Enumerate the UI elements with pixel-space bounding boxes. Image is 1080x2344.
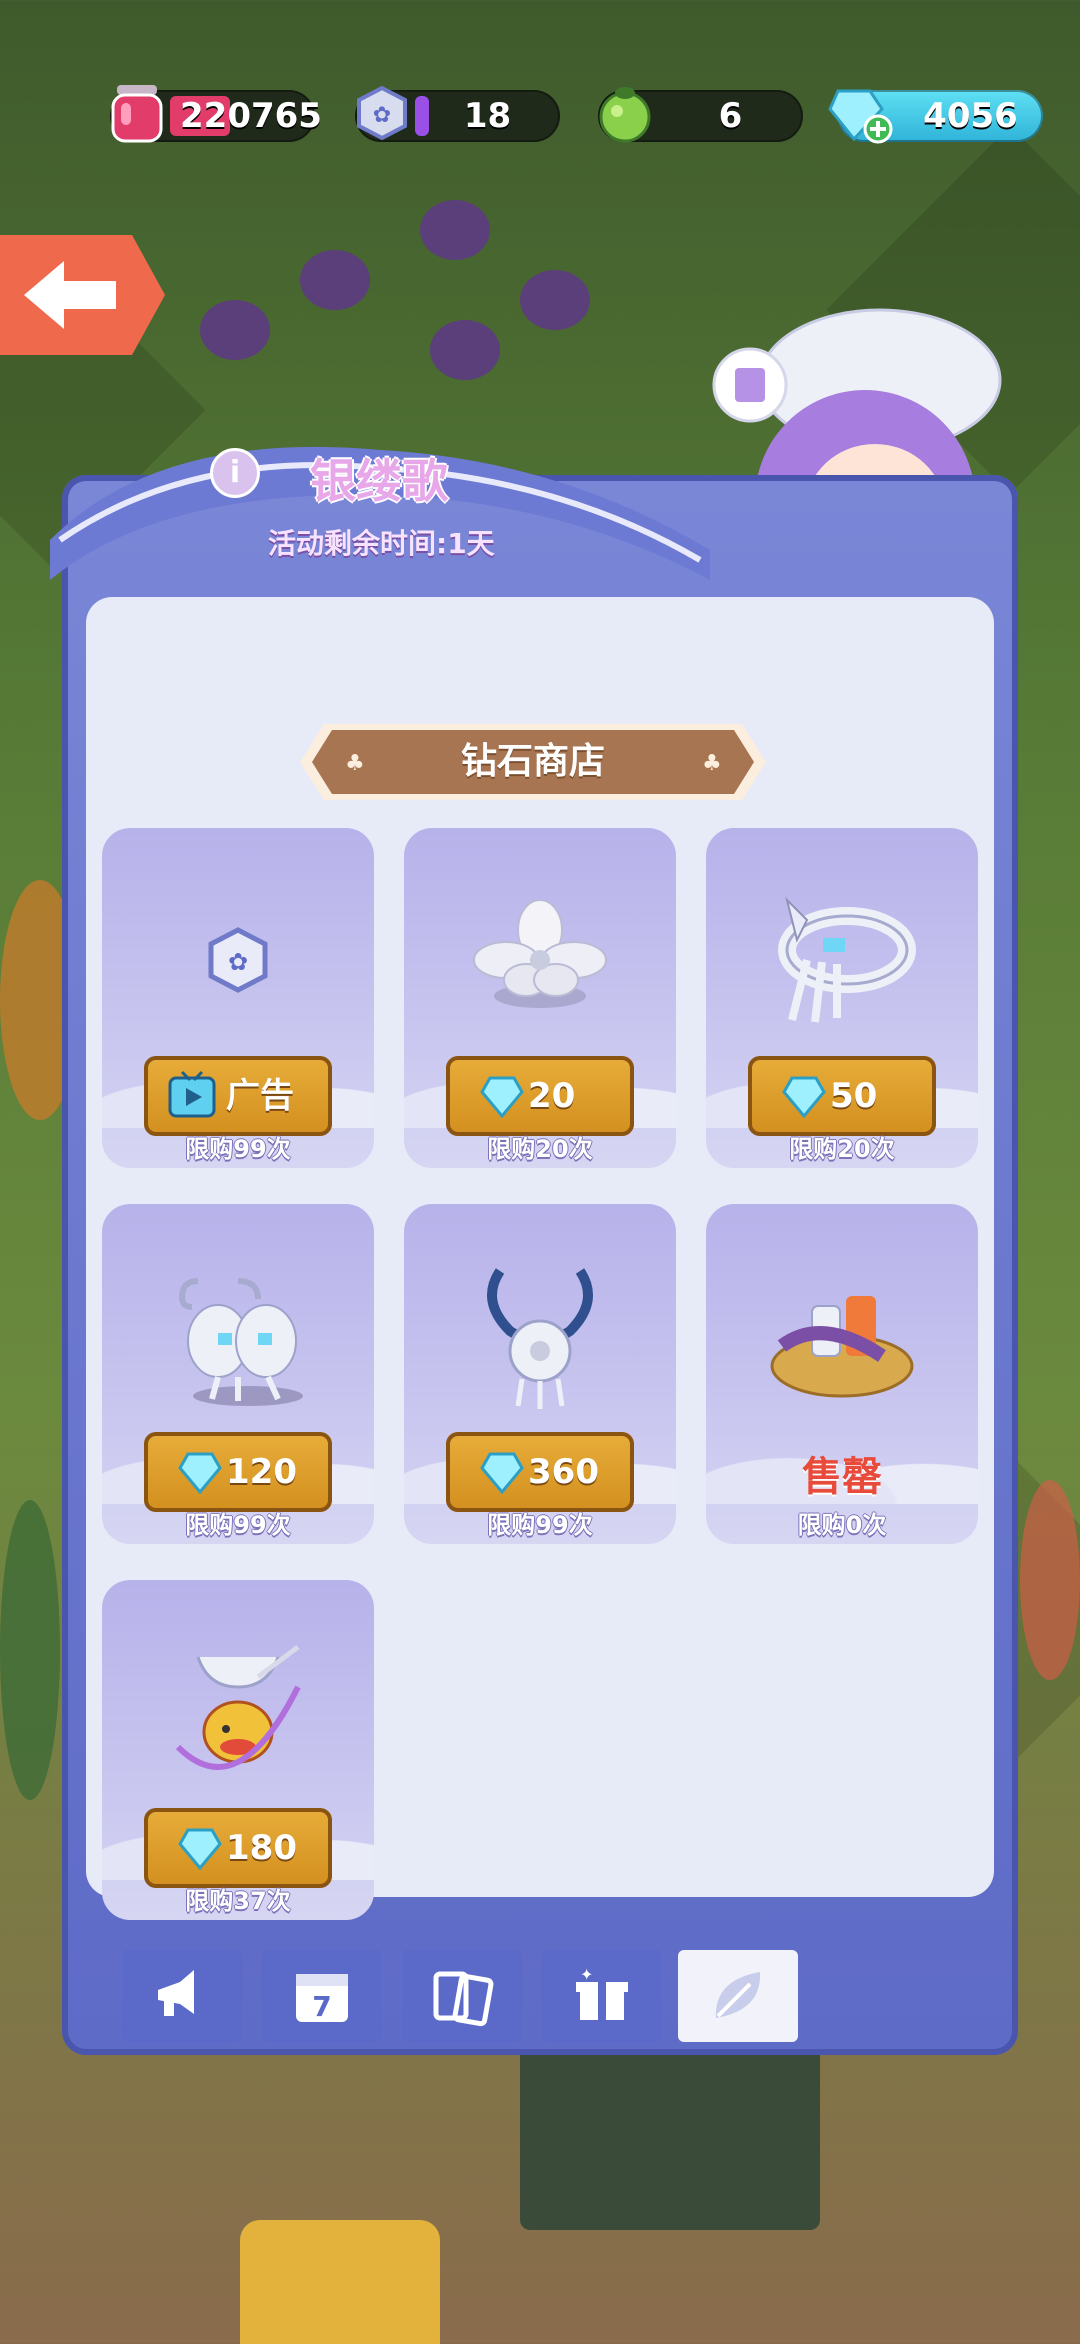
diamond-icon bbox=[480, 1076, 524, 1118]
currency-fruit[interactable]: 6 bbox=[598, 87, 803, 143]
silver-pendant-icon bbox=[460, 1266, 620, 1409]
svg-text:✦: ✦ bbox=[580, 1965, 593, 1984]
leaf-icon bbox=[715, 1972, 761, 2018]
silver-flower-icon bbox=[460, 890, 620, 1030]
price-label: 50 bbox=[830, 1076, 878, 1116]
calendar-day: 7 bbox=[312, 1990, 331, 2023]
tab-gift[interactable]: ✦ bbox=[542, 1950, 662, 2042]
purchase-limit: 限购99次 bbox=[487, 1511, 593, 1539]
tab-leaf[interactable] bbox=[678, 1950, 798, 2042]
gift-icon: ✦ bbox=[576, 1965, 628, 2020]
sold-out-label: 售罄 bbox=[802, 1454, 882, 1500]
buy-button-120[interactable]: 120 bbox=[144, 1432, 332, 1512]
diamond-value: 4056 bbox=[923, 96, 1018, 136]
tv-icon bbox=[168, 1070, 216, 1118]
back-arrow-icon bbox=[24, 261, 116, 329]
currency-badge[interactable]: ✿ 18 bbox=[355, 85, 560, 142]
svg-text:✿: ✿ bbox=[373, 103, 391, 128]
currency-jam[interactable]: 220765 bbox=[110, 85, 322, 143]
diamond-icon bbox=[782, 1076, 826, 1118]
shop-title: 钻石商店 bbox=[460, 741, 605, 782]
purchase-limit: 限购99次 bbox=[185, 1135, 291, 1163]
price-label: 180 bbox=[226, 1828, 297, 1868]
buy-button-180[interactable]: 180 bbox=[144, 1808, 332, 1888]
purchase-limit: 限购20次 bbox=[487, 1135, 593, 1163]
shop-item-butterfly-ornament[interactable]: 120 限购99次 bbox=[102, 1204, 374, 1544]
tab-megaphone[interactable] bbox=[122, 1950, 242, 2042]
silver-badge-icon: ✿ bbox=[158, 890, 318, 1030]
yarn-basket-icon bbox=[762, 1266, 922, 1406]
purchase-limit: 限购0次 bbox=[797, 1511, 887, 1539]
bottom-tab-bar: 7 ✦ bbox=[62, 1950, 1018, 2050]
tab-cards[interactable] bbox=[402, 1950, 522, 2042]
megaphone-icon bbox=[158, 1970, 194, 2016]
cards-icon bbox=[433, 1971, 494, 2027]
purchase-limit: 限购20次 bbox=[789, 1135, 895, 1163]
price-label: 20 bbox=[528, 1076, 576, 1116]
badge-value: 18 bbox=[463, 96, 512, 136]
currency-diamond[interactable]: 4056 bbox=[828, 89, 1043, 144]
silver-badge-icon: ✿ bbox=[347, 78, 417, 148]
price-label: 360 bbox=[528, 1452, 599, 1492]
buy-button-20[interactable]: 20 bbox=[446, 1056, 634, 1136]
diamond-icon bbox=[178, 1828, 222, 1870]
price-label: 120 bbox=[226, 1452, 297, 1492]
purchase-limit: 限购99次 bbox=[185, 1511, 291, 1539]
headdress-cat-icon bbox=[158, 1642, 318, 1782]
diamond-icon bbox=[480, 1452, 524, 1494]
diamond-plus-icon bbox=[824, 78, 894, 148]
shop-item-yarn-basket[interactable]: 售罄 限购0次 bbox=[706, 1204, 978, 1544]
diamond-icon bbox=[178, 1452, 222, 1494]
watch-ad-button[interactable]: 广告 bbox=[144, 1056, 332, 1136]
buy-button-360[interactable]: 360 bbox=[446, 1432, 634, 1512]
shop-item-silver-badge[interactable]: ✿ 广告 限购99次 bbox=[102, 828, 374, 1168]
jam-jar-icon bbox=[102, 78, 172, 148]
event-title: 银缕歌 bbox=[310, 454, 448, 508]
purchase-limit: 限购37次 bbox=[185, 1887, 291, 1915]
buy-button-50[interactable]: 50 bbox=[748, 1056, 936, 1136]
shop-item-silver-bracelet[interactable]: 50 限购20次 bbox=[706, 828, 978, 1168]
fruit-value: 6 bbox=[718, 96, 743, 136]
event-remaining-time: 活动剩余时间:1天 bbox=[268, 527, 495, 560]
jam-value: 220765 bbox=[180, 96, 322, 136]
house-decor bbox=[240, 2220, 440, 2344]
ad-label: 广告 bbox=[226, 1076, 294, 1116]
calendar-icon: 7 bbox=[296, 1974, 348, 2023]
info-icon[interactable]: i bbox=[210, 448, 260, 498]
shop-item-silver-flower[interactable]: 20 限购20次 bbox=[404, 828, 676, 1168]
tab-calendar[interactable]: 7 bbox=[262, 1950, 382, 2042]
butterfly-ornament-icon bbox=[158, 1266, 318, 1406]
shop-item-silver-headdress-cat[interactable]: 180 限购37次 bbox=[102, 1580, 374, 1920]
silver-bracelet-icon bbox=[762, 890, 922, 1030]
svg-text:✿: ✿ bbox=[228, 948, 248, 976]
back-button[interactable] bbox=[0, 235, 165, 355]
green-fruit-icon bbox=[590, 78, 660, 148]
shop-item-silver-pendant[interactable]: 360 限购99次 bbox=[404, 1204, 676, 1544]
